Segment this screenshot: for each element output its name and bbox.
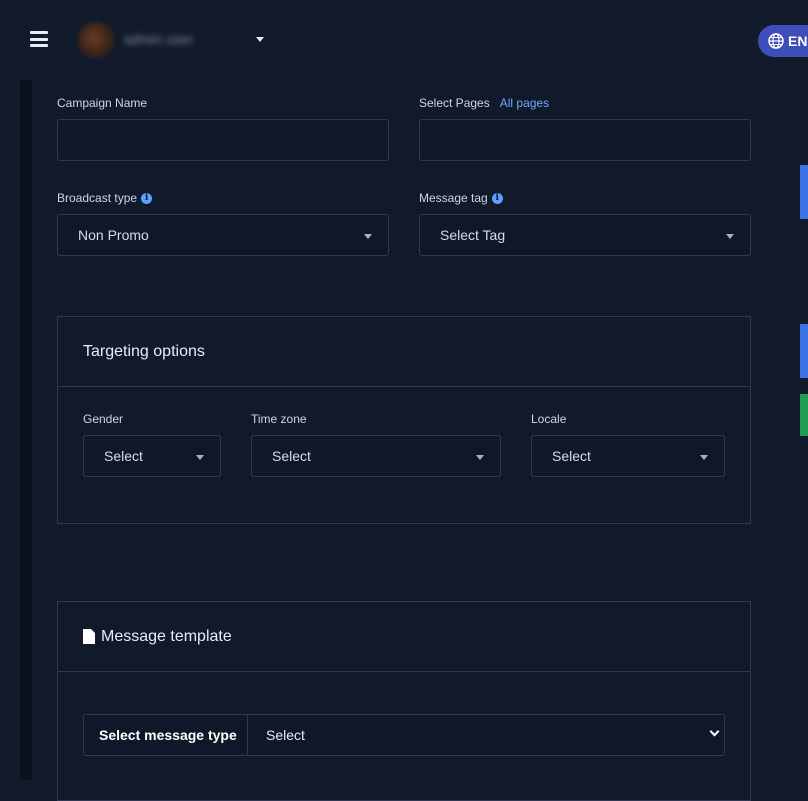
select-pages-label-text: Select Pages: [419, 96, 490, 110]
timezone-label: Time zone: [251, 412, 307, 426]
left-sidebar-edge: [20, 80, 32, 780]
caret-down-icon: [476, 455, 484, 460]
right-edge-blue-button[interactable]: [800, 165, 808, 219]
top-navbar: admin user EN: [0, 0, 808, 80]
broadcast-type-label: Broadcast type i: [57, 191, 153, 205]
targeting-options-header: Targeting options: [58, 317, 750, 387]
main-content: Campaign Name Select Pages All pages Bro…: [32, 80, 777, 801]
menu-icon[interactable]: [30, 31, 48, 47]
avatar[interactable]: [78, 22, 114, 58]
info-icon[interactable]: i: [491, 192, 503, 204]
chevron-down-icon: [709, 726, 720, 737]
info-icon[interactable]: i: [141, 192, 153, 204]
file-icon: [83, 629, 95, 644]
timezone-label-text: Time zone: [251, 412, 307, 426]
select-pages-label: Select Pages All pages: [419, 96, 549, 110]
locale-label-text: Locale: [531, 412, 567, 426]
right-edge-blue-button[interactable]: [800, 324, 808, 378]
locale-select[interactable]: Select: [531, 435, 725, 477]
message-type-input-group: Select message type Select: [83, 714, 725, 756]
all-pages-link[interactable]: All pages: [500, 96, 549, 110]
gender-label-text: Gender: [83, 412, 124, 426]
timezone-value: Select: [272, 448, 311, 464]
campaign-name-label-text: Campaign Name: [57, 96, 148, 110]
targeting-options-title: Targeting options: [83, 342, 205, 360]
select-pages-input[interactable]: [419, 119, 751, 161]
message-template-header: Message template: [58, 602, 750, 672]
message-type-value: Select: [266, 727, 305, 743]
right-edge-green-button[interactable]: [800, 394, 808, 436]
gender-label: Gender: [83, 412, 123, 426]
message-type-select[interactable]: Select: [248, 715, 724, 755]
locale-value: Select: [552, 448, 591, 464]
campaign-name-label: Campaign Name: [57, 96, 147, 110]
language-button[interactable]: EN: [758, 25, 808, 57]
message-type-label: Select message type: [84, 715, 248, 755]
message-tag-label-text: Message tag: [419, 191, 488, 205]
language-label: EN: [788, 33, 808, 49]
message-tag-label: Message tag i: [419, 191, 503, 205]
timezone-select[interactable]: Select: [251, 435, 501, 477]
user-name[interactable]: admin user: [124, 31, 250, 49]
caret-down-icon: [726, 234, 734, 239]
message-type-label-text: Select message type: [99, 727, 237, 743]
caret-down-icon: [196, 455, 204, 460]
broadcast-type-value: Non Promo: [78, 227, 149, 243]
broadcast-type-select[interactable]: Non Promo: [57, 214, 389, 256]
caret-down-icon: [364, 234, 372, 239]
targeting-options-card: Targeting options Gender Select Time zon…: [57, 316, 751, 524]
message-tag-value: Select Tag: [440, 227, 506, 243]
caret-down-icon[interactable]: [256, 37, 264, 42]
gender-value: Select: [104, 448, 143, 464]
message-template-card: Message template Select message type Sel…: [57, 601, 751, 801]
campaign-name-input[interactable]: [57, 119, 389, 161]
message-tag-select[interactable]: Select Tag: [419, 214, 751, 256]
locale-label: Locale: [531, 412, 566, 426]
globe-icon: [768, 33, 784, 49]
broadcast-type-label-text: Broadcast type: [57, 191, 138, 205]
message-template-title: Message template: [101, 627, 232, 645]
gender-select[interactable]: Select: [83, 435, 221, 477]
caret-down-icon: [700, 455, 708, 460]
right-panel-edge: [800, 80, 808, 780]
